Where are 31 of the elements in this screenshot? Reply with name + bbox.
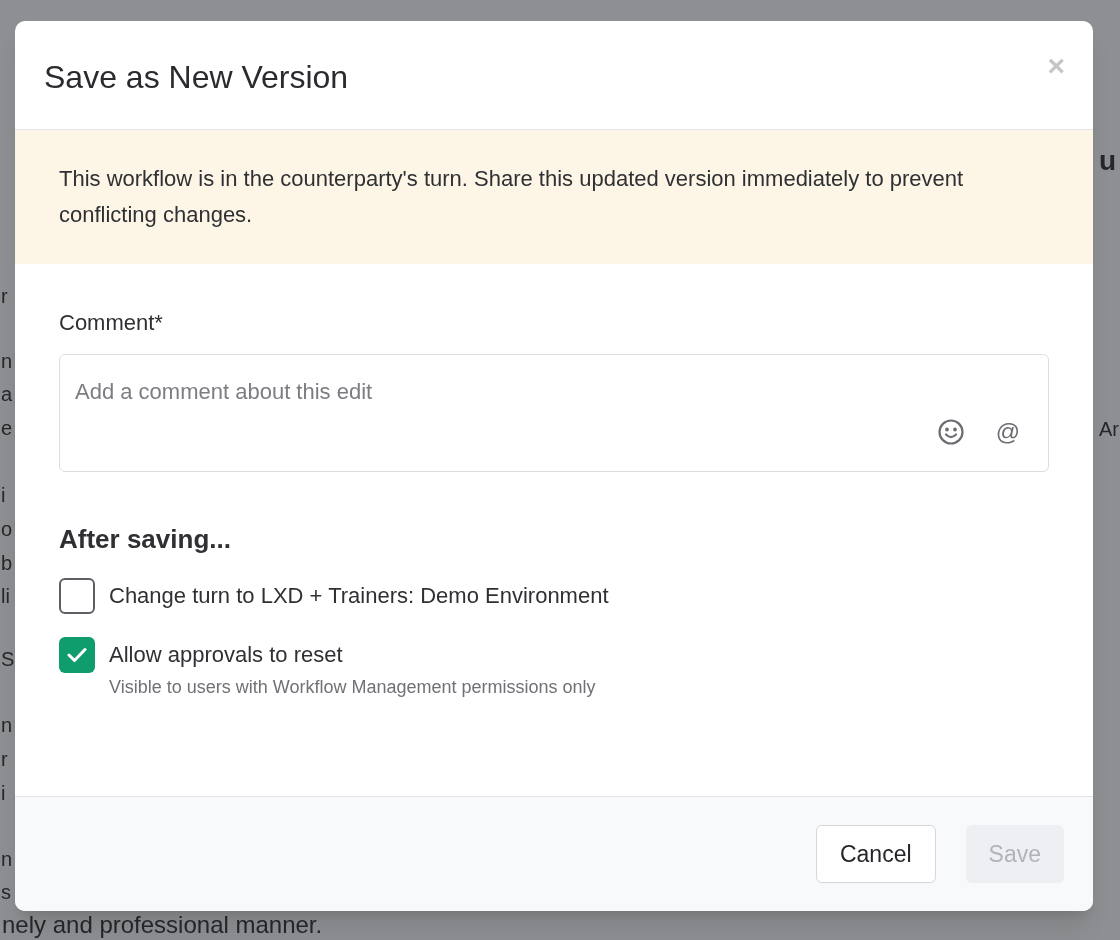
background-text: i [1,781,6,806]
background-text: Ar [1099,417,1119,442]
background-text: li [1,584,10,609]
background-text: n [1,349,13,374]
background-text: s [1,880,11,905]
background-text: b [1,551,13,576]
background-text: n [1,713,13,738]
background-text: i [1,483,6,508]
field-label: Comment* [59,309,164,337]
warning-message: This workflow is in the counterparty's turn. Share this updated version immediately to prevent conflicting changes. [59,165,965,229]
background-text: r [1,284,8,309]
checkbox-label[interactable]: Change turn to LXD + Trainers: Demo Environment [109,578,609,614]
checkbox-label[interactable]: Allow approvals to reset [109,637,596,673]
background-text: nely and professional manner. [2,911,323,939]
background-text: S [1,647,15,672]
comment-field[interactable]: Add a comment about this edit @ [59,354,1049,472]
checkmark-icon [67,647,87,663]
hint-text: Visible to users with Workflow Management permissions only [109,676,596,699]
mention-button[interactable]: @ [995,420,1020,444]
background-text: u [1099,146,1117,176]
background-text: n [1,847,13,872]
checkbox[interactable] [59,578,95,614]
background-text: e [1,416,13,441]
dialog-title: Save as New Version [44,58,349,97]
background-text: o [1,517,13,542]
background-text: r [1,747,8,772]
smiley-icon[interactable] [937,419,964,445]
background-text: a [1,382,13,407]
cancel-button[interactable]: Cancel [815,825,936,883]
section-heading: After saving... [59,523,232,556]
checkbox[interactable] [59,637,95,673]
